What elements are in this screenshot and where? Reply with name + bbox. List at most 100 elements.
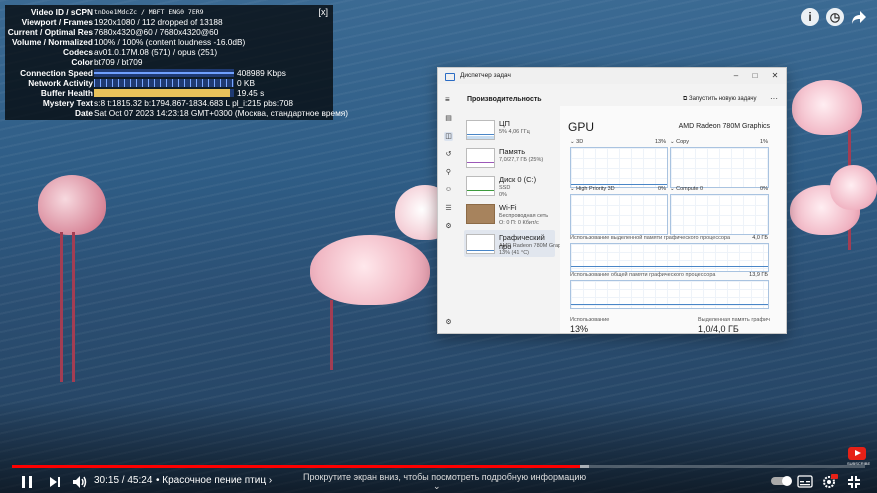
- next-video-icon[interactable]: [48, 475, 62, 489]
- stats-value: av01.0.17M.08 (571) / opus (251): [94, 47, 218, 57]
- progress-played: [12, 465, 581, 468]
- engine-label-text: High Priority 3D: [576, 186, 615, 192]
- stats-row: Color bt709 / bt709: [5, 57, 333, 67]
- performance-list: ЦП 5% 4,06 ГГц Память 7,0/27,7 ГБ (25%) …: [462, 106, 561, 333]
- stats-key: Video ID / sCPN: [30, 7, 93, 17]
- shared-memory-label: Использование общей памяти графического …: [570, 272, 716, 278]
- disk-thumbnail-graph: [466, 176, 495, 196]
- volume-icon[interactable]: [72, 475, 88, 489]
- engine-label[interactable]: ⌄ Compute 0: [670, 186, 703, 192]
- stats-row: Viewport / Frames 1920x1080 / 112 dropped…: [5, 17, 333, 27]
- stats-value: tnDoe1MdcZc / MBFT ENG0 7ER9: [94, 8, 204, 16]
- gpu-thumbnail-graph: [466, 234, 495, 254]
- gpu-detail-panel: GPU AMD Radeon 780M Graphics ⌄ 3D 13% ⌄ …: [560, 106, 786, 334]
- subtitles-icon[interactable]: [797, 475, 813, 488]
- progress-bar[interactable]: [12, 465, 865, 468]
- stats-key: Mystery Text: [42, 98, 93, 108]
- stats-value: 408989 Kbps: [237, 68, 286, 78]
- task-manager-titlebar[interactable]: Диспетчер задач – □ ✕: [438, 68, 786, 84]
- task-manager-window: Диспетчер задач – □ ✕ ≡ Производительнос…: [437, 67, 787, 334]
- flamingo-edge-right: [830, 165, 877, 210]
- scroll-hint: Прокрутите экран вниз, чтобы посмотреть …: [303, 472, 587, 482]
- engine-label-text: 3D: [576, 139, 584, 145]
- stats-row: Video ID / sCPN tnDoe1MdcZc / MBFT ENG0 7…: [5, 7, 333, 17]
- engine-pct: 1%: [760, 139, 768, 145]
- perf-item-title: Память: [499, 147, 526, 156]
- hamburger-menu-icon[interactable]: ≡: [445, 95, 450, 104]
- perf-item-sub: Беспроводная сеть: [499, 213, 549, 219]
- services-icon[interactable]: ⚙: [444, 222, 453, 231]
- perf-item-title: ЦП: [499, 119, 510, 128]
- info-icon[interactable]: i: [801, 8, 819, 26]
- stats-key: Date: [75, 108, 93, 118]
- performance-icon[interactable]: ◫: [444, 132, 453, 141]
- perf-item-sub: О: 0 П: 0 Кбит/с: [499, 220, 539, 226]
- perf-item-gpu[interactable]: Графический про AMD Radeon 780M Grap 13%…: [464, 230, 561, 257]
- stats-value: Sat Oct 07 2023 14:23:18 GMT+0300 (Москв…: [94, 108, 349, 118]
- flamingo-left-leg-2: [72, 232, 75, 382]
- buffer-health-fill: [94, 89, 230, 97]
- clock-icon[interactable]: ◷: [826, 8, 844, 26]
- stats-key: Network Activity: [28, 78, 93, 88]
- stats-row: Connection Speed 408989 Kbps: [5, 68, 333, 78]
- engine-label-text: Compute 0: [676, 186, 704, 192]
- close-button[interactable]: ✕: [768, 70, 782, 82]
- autoplay-toggle[interactable]: [771, 476, 792, 486]
- section-title: Производительность: [467, 96, 542, 103]
- chevron-down-icon[interactable]: ⌄: [433, 481, 441, 492]
- settings-icon[interactable]: ⚙: [444, 318, 453, 327]
- perf-item-sub: 5% 4,06 ГГц: [499, 129, 530, 135]
- perf-item-memory[interactable]: Память 7,0/27,7 ГБ (25%): [464, 144, 555, 171]
- perf-item-title: Wi-Fi: [499, 203, 517, 212]
- engine-label-text: Copy: [676, 139, 689, 145]
- engine-pct: 0%: [760, 186, 768, 192]
- run-new-task-label: Запустить новую задачу: [688, 96, 757, 102]
- startup-apps-icon[interactable]: ⚲: [444, 168, 453, 177]
- maximize-button[interactable]: □: [748, 70, 762, 82]
- flamingo-left: [38, 175, 106, 235]
- cpu-thumbnail-graph: [466, 120, 495, 140]
- gpu-name: AMD Radeon 780M Graphics: [678, 123, 770, 130]
- engine-label[interactable]: ⌄ 3D: [570, 139, 583, 145]
- minimize-button[interactable]: –: [729, 70, 743, 82]
- stats-row: Volume / Normalized 100% / 100% (content …: [5, 37, 333, 47]
- utilization-label: Использование: [570, 317, 610, 323]
- stats-key: Color: [71, 57, 93, 67]
- stats-row: Network Activity 0 KB: [5, 78, 333, 88]
- app-history-icon[interactable]: ↺: [444, 150, 453, 159]
- engine-label[interactable]: ⌄ Copy: [670, 139, 689, 145]
- task-manager-app-icon: [445, 73, 455, 81]
- stats-for-nerds-panel: [x] Video ID / sCPN tnDoe1MdcZc / MBFT EN…: [5, 5, 348, 120]
- stats-value: 19.45 s: [237, 88, 265, 98]
- channel-watermark-icon[interactable]: [848, 447, 866, 460]
- perf-item-sub: 13% (41 °C): [499, 250, 530, 256]
- shared-memory-max: 13,9 ГБ: [749, 272, 768, 278]
- stats-key: Viewport / Frames: [21, 17, 93, 27]
- run-new-task-button[interactable]: ⧉ Запустить новую задачу: [683, 96, 757, 103]
- chapter-title[interactable]: • Красочное пение птиц ›: [156, 475, 272, 486]
- engine-graph-copy: [670, 147, 769, 188]
- exit-fullscreen-icon[interactable]: [847, 475, 861, 489]
- memory-thumbnail-graph: [466, 148, 495, 168]
- settings-gear-icon[interactable]: [822, 474, 838, 489]
- stats-value: 7680x4320@60 / 7680x4320@60: [94, 27, 219, 37]
- engine-label[interactable]: ⌄ High Priority 3D: [570, 186, 615, 192]
- perf-item-disk[interactable]: Диск 0 (C:) SSD 0%: [464, 172, 555, 199]
- details-icon[interactable]: ☰: [444, 204, 453, 213]
- flamingo-center-leg: [330, 300, 333, 370]
- more-options-button[interactable]: ···: [770, 94, 778, 103]
- perf-item-wifi[interactable]: Wi-Fi Беспроводная сеть О: 0 П: 0 Кбит/с: [464, 200, 555, 227]
- flamingo-left-leg: [60, 232, 63, 382]
- dedicated-gpu-memory-value: 1,0/4,0 ГБ: [698, 324, 739, 334]
- engine-graph-3d: [570, 147, 668, 188]
- users-icon[interactable]: ☺: [444, 186, 453, 195]
- perf-item-cpu[interactable]: ЦП 5% 4,06 ГГц: [464, 116, 555, 143]
- stats-row: Codecs av01.0.17M.08 (571) / opus (251): [5, 47, 333, 57]
- stats-value: 0 KB: [237, 78, 255, 88]
- pause-icon[interactable]: [20, 475, 34, 489]
- processes-icon[interactable]: ▤: [444, 114, 453, 123]
- stats-value: s:8 t:1815.32 b:1794.867-1834.683 L pl_i…: [94, 98, 293, 108]
- gpu-title: GPU: [568, 120, 595, 134]
- share-icon[interactable]: [850, 8, 868, 26]
- stats-key: Connection Speed: [20, 68, 93, 78]
